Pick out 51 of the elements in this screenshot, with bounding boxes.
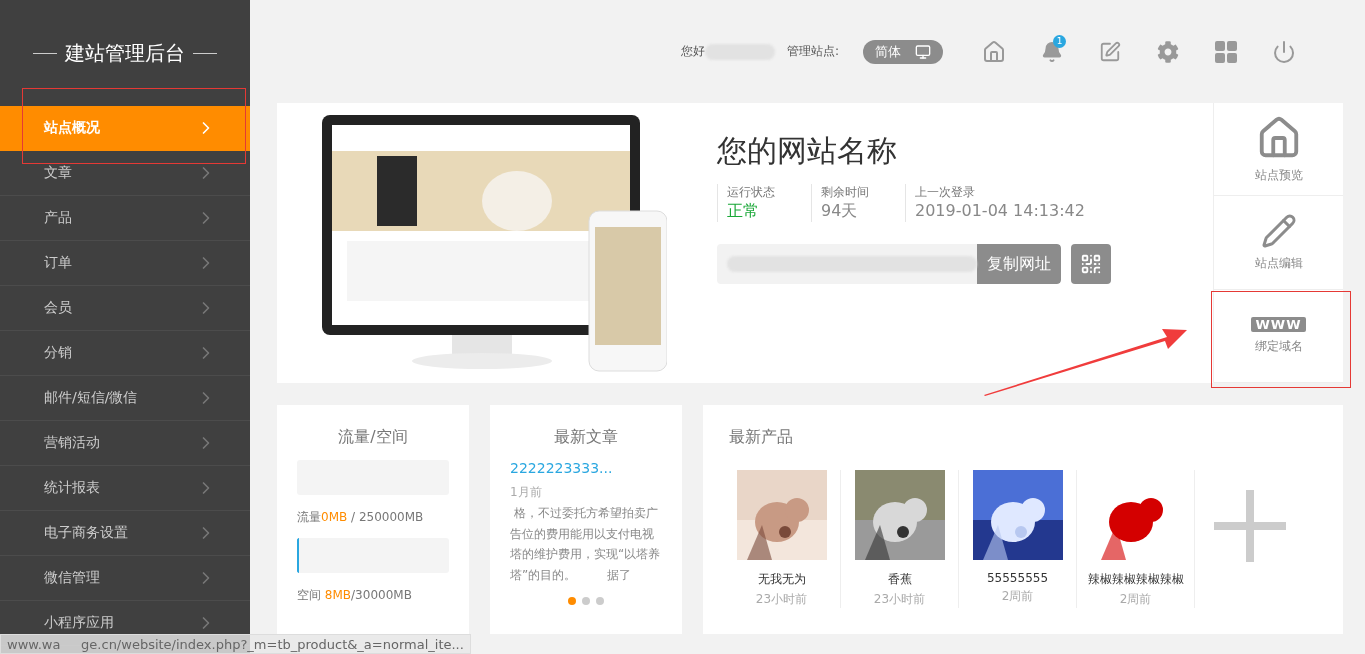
power-icon[interactable] bbox=[1272, 39, 1296, 64]
stat-value: 94天 bbox=[821, 201, 859, 222]
sidebar-item[interactable]: 微信管理 bbox=[0, 556, 250, 601]
sidebar-item[interactable]: 会员 bbox=[0, 286, 250, 331]
sidebar-item[interactable]: 统计报表 bbox=[0, 466, 250, 511]
settings-icon[interactable] bbox=[1157, 40, 1179, 63]
sidebar-item[interactable]: 电子商务设置 bbox=[0, 511, 250, 556]
card-title: 最新产品 bbox=[728, 427, 794, 448]
plus-icon bbox=[1214, 490, 1286, 562]
sidebar-item[interactable]: 邮件/短信/微信 bbox=[0, 376, 250, 421]
pencil-icon bbox=[1260, 213, 1297, 249]
url-tooltip: www.wa ge.cn/website/index.php?_m=tb_product&_a=normal_ite... bbox=[0, 634, 471, 654]
notification-badge: 1 bbox=[1053, 34, 1066, 48]
product-name: 香蕉 bbox=[887, 571, 912, 588]
stat-value: 2019-01-04 14:13:42 bbox=[915, 201, 1085, 220]
stat-value: 正常 bbox=[727, 201, 760, 222]
carousel-dot[interactable] bbox=[582, 597, 590, 605]
www-icon: WWW bbox=[1251, 316, 1306, 332]
usage-text: 空间 8MB/30000MB bbox=[297, 587, 413, 604]
edit-icon[interactable] bbox=[1099, 40, 1121, 63]
usage-text: 流量0MB / 250000MB bbox=[297, 509, 425, 526]
site-name: 您的网站名称 bbox=[717, 132, 898, 170]
product-name: 辣椒辣椒辣椒辣椒 bbox=[1087, 571, 1184, 588]
sidebar-item[interactable]: 订单 bbox=[0, 241, 250, 286]
qr-code-button[interactable] bbox=[1071, 244, 1111, 284]
sidebar-item[interactable]: 营销活动 bbox=[0, 421, 250, 466]
home-icon[interactable] bbox=[982, 39, 1006, 64]
stat-label: 上一次登录 bbox=[915, 184, 976, 201]
product-name: 无我无为 bbox=[757, 571, 806, 588]
monitor-icon bbox=[915, 43, 931, 60]
site-label: 管理站点: bbox=[786, 43, 839, 60]
article-excerpt: 格，不过委托方希望拍卖广告位的费用能用以支付电视塔的维护费用，实现“以塔养塔”的目的。 据了 bbox=[510, 505, 662, 584]
card-title: 最新文章 bbox=[553, 427, 619, 448]
grid-icon[interactable] bbox=[1215, 40, 1237, 63]
product-time: 23小时前 bbox=[755, 591, 808, 608]
stat-label: 剩余时间 bbox=[821, 184, 869, 201]
product-time: 2周前 bbox=[1119, 591, 1152, 608]
carousel-dot[interactable] bbox=[568, 597, 576, 605]
greeting: 您好 bbox=[680, 43, 705, 60]
article-time: 1月前 bbox=[510, 484, 543, 501]
product-time: 23小时前 bbox=[873, 591, 926, 608]
sidebar-item[interactable]: 分销 bbox=[0, 331, 250, 376]
carousel-dot[interactable] bbox=[596, 597, 604, 605]
card-title: 流量/空间 bbox=[337, 427, 409, 448]
stat-label: 运行状态 bbox=[727, 184, 775, 201]
sidebar-item[interactable]: 产品 bbox=[0, 196, 250, 241]
sidebar-title: 建站管理后台 bbox=[65, 39, 185, 67]
sidebar-item[interactable]: 文章 bbox=[0, 151, 250, 196]
product-name: 55555555 bbox=[986, 571, 1049, 585]
product-time: 2周前 bbox=[1001, 588, 1034, 605]
qr-code-icon bbox=[1080, 253, 1102, 275]
